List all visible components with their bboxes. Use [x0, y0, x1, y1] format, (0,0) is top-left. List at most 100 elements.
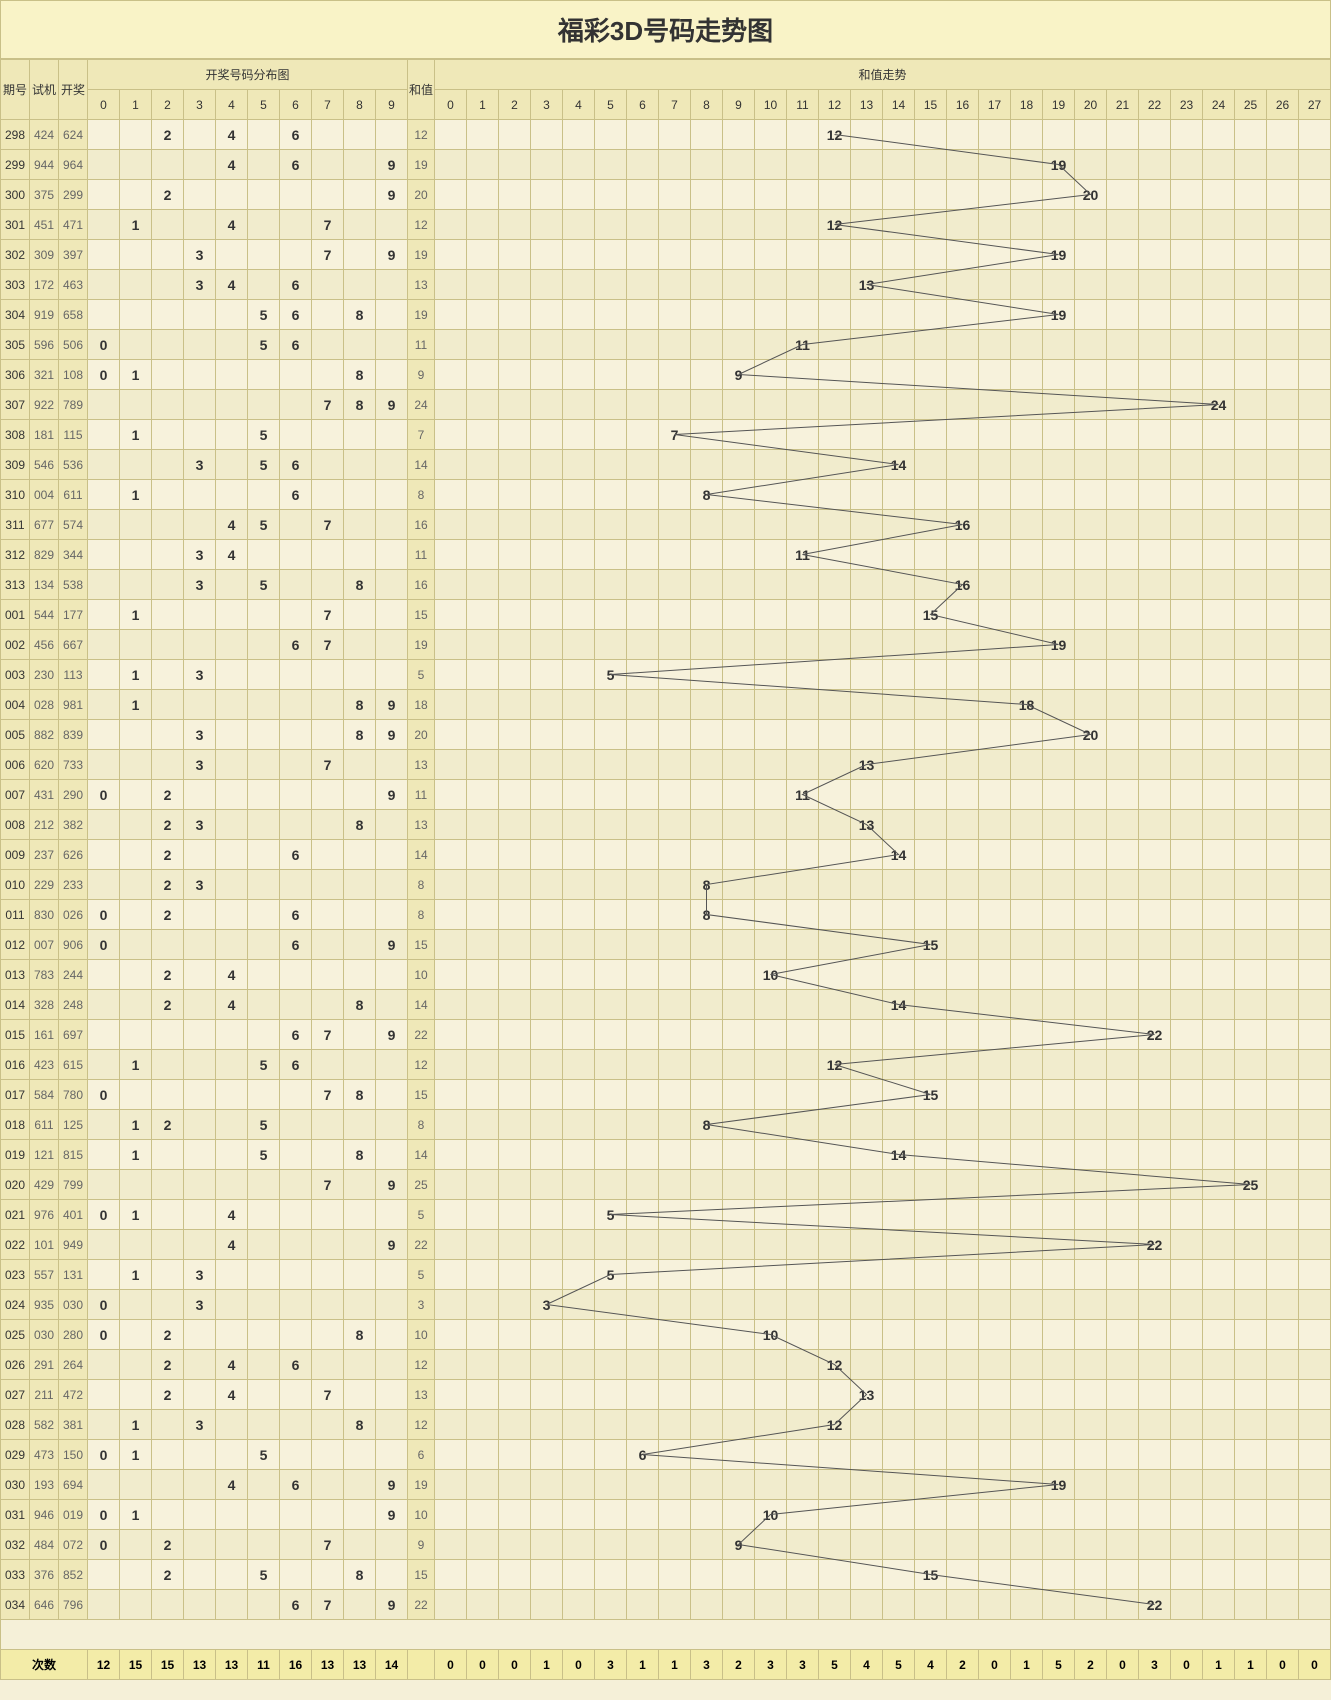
cell-hz: 19: [408, 630, 435, 660]
cell-sum: [435, 1530, 467, 1560]
cell-sum: [659, 1290, 691, 1320]
cell-sum: [787, 300, 819, 330]
cell-digit: [248, 390, 280, 420]
cell-sum: [723, 840, 755, 870]
cell-sum: [435, 330, 467, 360]
cell-sum: [1267, 960, 1299, 990]
cell-digit: [184, 1380, 216, 1410]
cell-sum: [659, 1530, 691, 1560]
cell-digit: [312, 1050, 344, 1080]
cell-sum: [595, 1500, 627, 1530]
cell-sum: [1203, 510, 1235, 540]
cell-digit: [344, 510, 376, 540]
cell-sum: [1107, 1380, 1139, 1410]
cell-sum: [1267, 540, 1299, 570]
cell-sum: [1235, 1380, 1267, 1410]
cell-digit: [88, 1110, 120, 1140]
cell-sum: [1043, 1290, 1075, 1320]
cell-sum: [1139, 300, 1171, 330]
cell-sum: [531, 840, 563, 870]
cell-sum: [787, 570, 819, 600]
cell-hz: 3: [408, 1290, 435, 1320]
cell-digit: [376, 960, 408, 990]
cell-sum: [531, 540, 563, 570]
cell-sum: [627, 420, 659, 450]
cell-sum: [1267, 750, 1299, 780]
cell-digit: [312, 1290, 344, 1320]
cell-sum: [1235, 1590, 1267, 1620]
cell-sum: [1075, 1440, 1107, 1470]
header-sum-1: 1: [467, 90, 499, 120]
cell-sum: [563, 630, 595, 660]
cell-sum: [915, 270, 947, 300]
cell-sum: [723, 780, 755, 810]
cell-digit: [248, 780, 280, 810]
cell-sum: [1075, 510, 1107, 540]
cell-sum: [1267, 240, 1299, 270]
cell-sj: 328: [30, 990, 59, 1020]
cell-sum: [1075, 1290, 1107, 1320]
cell-sum: [1107, 180, 1139, 210]
cell-sum: [595, 1170, 627, 1200]
cell-sum: [531, 1410, 563, 1440]
cell-sum: [1235, 450, 1267, 480]
cell-sum: [915, 540, 947, 570]
cell-hz: 15: [408, 930, 435, 960]
cell-sum: [595, 750, 627, 780]
cell-digit: [280, 1290, 312, 1320]
cell-digit: [280, 510, 312, 540]
cell-kj: 264: [59, 1350, 88, 1380]
cell-sum: [595, 630, 627, 660]
header-sum-26: 26: [1267, 90, 1299, 120]
cell-digit: [120, 1290, 152, 1320]
cell-digit: [248, 1020, 280, 1050]
cell-sum: [435, 1050, 467, 1080]
cell-sum: [1139, 1470, 1171, 1500]
cell-sum: [1043, 510, 1075, 540]
cell-sum: [531, 1500, 563, 1530]
cell-sum: [595, 1590, 627, 1620]
cell-sum: [1139, 1410, 1171, 1440]
cell-digit: [312, 690, 344, 720]
cell-digit: [152, 210, 184, 240]
cell-sum: 15: [915, 930, 947, 960]
cell-sum: [723, 1110, 755, 1140]
cell-sum: [883, 1470, 915, 1500]
cell-sum: [1043, 1020, 1075, 1050]
cell-digit: [344, 150, 376, 180]
cell-sum: [915, 450, 947, 480]
cell-sum: [979, 690, 1011, 720]
cell-digit: 2: [152, 780, 184, 810]
cell-sum: [563, 600, 595, 630]
cell-sum: [979, 1320, 1011, 1350]
cell-sum: [1235, 1470, 1267, 1500]
cell-sum: [1075, 870, 1107, 900]
cell-hz: 13: [408, 1380, 435, 1410]
cell-sum: [1011, 810, 1043, 840]
cell-sum: [499, 270, 531, 300]
cell-sum: [979, 1380, 1011, 1410]
cell-sum: [1171, 1410, 1203, 1440]
cell-sj: 212: [30, 810, 59, 840]
cell-sum: [1171, 540, 1203, 570]
cell-sum: [627, 1260, 659, 1290]
cell-sum: [691, 540, 723, 570]
cell-qi: 304: [1, 300, 30, 330]
cell-sum: [1267, 1380, 1299, 1410]
cell-digit: 1: [120, 1440, 152, 1470]
cell-sum: [1267, 180, 1299, 210]
cell-sum: [1203, 330, 1235, 360]
cell-sum: [947, 630, 979, 660]
cell-digit: [152, 1140, 184, 1170]
cell-sum: [755, 420, 787, 450]
cell-sum: [1267, 120, 1299, 150]
cell-sum: [755, 1410, 787, 1440]
cell-sum: [947, 690, 979, 720]
cell-hz: 13: [408, 750, 435, 780]
cell-sum: [435, 1200, 467, 1230]
cell-sum: [755, 1080, 787, 1110]
cell-hz: 8: [408, 480, 435, 510]
cell-hz: 16: [408, 570, 435, 600]
cell-digit: [184, 930, 216, 960]
cell-sum: [1107, 420, 1139, 450]
